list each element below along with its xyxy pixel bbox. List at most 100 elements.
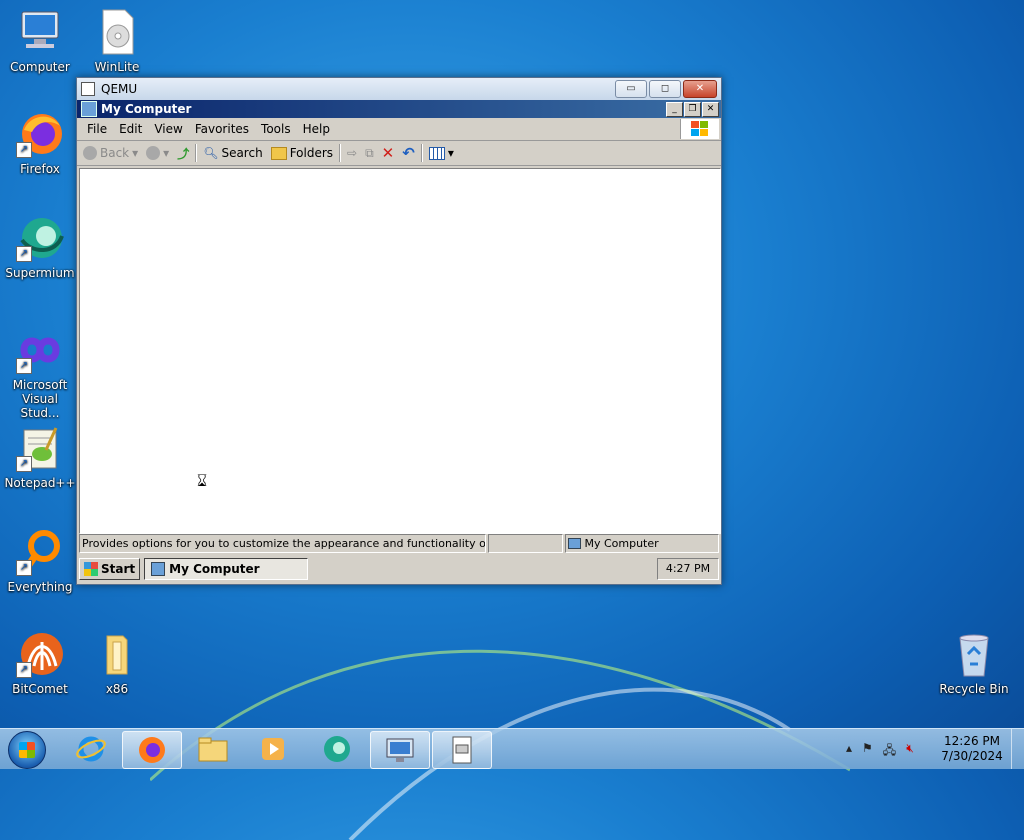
my-computer-icon	[81, 101, 97, 117]
search-icon: 🔍︎	[203, 146, 219, 160]
disc-file-icon	[93, 8, 141, 56]
taskbar-explorer-button[interactable]	[184, 731, 242, 767]
menu-view[interactable]: View	[148, 122, 188, 136]
computer-icon	[16, 8, 64, 56]
document-icon	[452, 736, 472, 764]
shortcut-arrow-icon: ↗	[16, 662, 32, 678]
network-icon[interactable]: 🖧︎	[883, 741, 896, 762]
undo-button[interactable]: ↶	[400, 144, 417, 162]
my-computer-icon	[151, 562, 166, 576]
forward-button[interactable]: ▾	[144, 146, 171, 160]
media-player-icon	[262, 738, 284, 760]
delete-button[interactable]: ✕	[380, 144, 397, 162]
qemu-minimize-button[interactable]: ▭	[615, 80, 647, 98]
everything-search-icon: ↗	[16, 528, 64, 576]
taskbar-clock[interactable]: 12:26 PM 7/30/2024	[940, 734, 1004, 764]
qemu-window: QEMU ▭ ◻ ✕ My Computer _ ❐ ✕ File Edit V…	[76, 77, 722, 585]
folders-label: Folders	[289, 146, 334, 160]
menu-favorites[interactable]: Favorites	[189, 122, 255, 136]
desktop-icon-visual-studio[interactable]: ↗ Microsoft Visual Stud...	[2, 326, 78, 420]
chevron-down-icon: ▾	[447, 146, 454, 160]
tray-expand-icon[interactable]: ▴	[846, 741, 852, 762]
desktop-icon-firefox[interactable]: ↗ Firefox	[2, 110, 78, 176]
copy-to-button[interactable]: ⧉	[363, 146, 376, 161]
xp-window-controls: _ ❐ ✕	[666, 102, 719, 117]
taskbar-document-button[interactable]	[432, 731, 492, 769]
views-icon	[428, 146, 445, 160]
xp-start-button[interactable]: Start	[79, 558, 141, 580]
desktop-icon-notepadpp[interactable]: ↗ Notepad++	[2, 424, 78, 490]
back-button[interactable]: Back ▾	[81, 146, 140, 160]
desktop-icon-winlite[interactable]: WinLite	[79, 8, 155, 74]
shortcut-arrow-icon: ↗	[16, 456, 32, 472]
xp-close-button[interactable]: ✕	[702, 102, 719, 117]
desktop-icon-label: Everything	[7, 580, 73, 594]
toolbar: Back ▾ ▾ ⤴ 🔍︎ Search Folders ⇨ ⧉ ✕ ↶ ▾	[77, 141, 721, 166]
firefox-icon	[139, 737, 165, 763]
volume-muted-icon[interactable]: 🔇︎	[906, 741, 914, 762]
start-orb-button[interactable]	[8, 731, 46, 769]
folders-button[interactable]: Folders	[269, 146, 335, 160]
taskbar-media-player-button[interactable]	[244, 731, 302, 767]
menu-file[interactable]: File	[81, 122, 113, 136]
status-bar: Provides options for you to customize th…	[77, 534, 721, 554]
desktop-icon-x86[interactable]: x86	[79, 630, 155, 696]
xp-clock[interactable]: 4:27 PM	[657, 558, 719, 580]
back-label: Back	[100, 146, 130, 160]
search-button[interactable]: 🔍︎ Search	[201, 146, 264, 160]
start-label: Start	[101, 562, 136, 576]
action-center-flag-icon[interactable]: ⚑	[862, 741, 873, 762]
menu-edit[interactable]: Edit	[113, 122, 148, 136]
qemu-maximize-button[interactable]: ◻	[649, 80, 681, 98]
desktop-icon-computer[interactable]: Computer	[2, 8, 78, 74]
xp-task-my-computer[interactable]: My Computer	[144, 558, 309, 580]
status-description: Provides options for you to customize th…	[79, 534, 486, 553]
folder-icon	[270, 146, 287, 160]
taskbar-firefox-button[interactable]	[122, 731, 182, 769]
desktop-icon-label: Firefox	[20, 162, 60, 176]
back-arrow-icon	[83, 146, 97, 160]
desktop-icon-recycle-bin[interactable]: Recycle Bin	[936, 630, 1012, 696]
desktop-icon-label: Notepad++	[4, 476, 76, 490]
taskbar-ie-button[interactable]	[62, 731, 120, 767]
taskbar-qemu-button[interactable]	[370, 731, 430, 769]
visual-studio-icon: ↗	[16, 326, 64, 374]
undo-icon: ↶	[402, 144, 415, 162]
clock-date: 7/30/2024	[941, 749, 1003, 763]
qemu-window-controls: ▭ ◻ ✕	[615, 80, 717, 98]
qemu-title: QEMU	[101, 82, 138, 96]
chevron-down-icon: ▾	[163, 146, 170, 160]
views-button[interactable]: ▾	[427, 146, 456, 160]
desktop-icon-label: WinLite	[94, 60, 140, 74]
xp-minimize-button[interactable]: _	[666, 102, 683, 117]
show-desktop-button[interactable]	[1011, 729, 1024, 769]
xp-window-title: My Computer	[101, 102, 192, 116]
recycle-bin-icon	[950, 630, 998, 678]
folder-icon	[93, 630, 141, 678]
desktop-icon-supermium[interactable]: ↗ Supermium	[2, 214, 78, 280]
desktop-icon-everything[interactable]: ↗ Everything	[2, 528, 78, 594]
xp-guest-screen: My Computer _ ❐ ✕ File Edit View Favorit…	[77, 100, 721, 584]
xp-restore-button[interactable]: ❐	[684, 102, 701, 117]
internet-explorer-icon	[76, 736, 106, 762]
status-location: My Computer	[584, 537, 659, 550]
shortcut-arrow-icon: ↗	[16, 246, 32, 262]
system-tray: ▴ ⚑ 🖧︎ 🔇︎	[846, 741, 914, 762]
taskbar-supermium-button[interactable]	[308, 731, 366, 767]
menu-tools[interactable]: Tools	[255, 122, 297, 136]
my-computer-icon	[568, 538, 582, 549]
search-label: Search	[221, 146, 263, 160]
menu-help[interactable]: Help	[297, 122, 336, 136]
file-explorer-icon	[198, 737, 228, 762]
move-to-icon: ⇨	[347, 146, 358, 160]
desktop-icon-bitcomet[interactable]: ↗ BitComet	[2, 630, 78, 696]
up-folder-button[interactable]: ⤴	[175, 145, 191, 162]
folder-content-area[interactable]: ⌛︎	[79, 168, 721, 534]
move-to-button[interactable]: ⇨	[345, 146, 359, 160]
win7-taskbar: ▴ ⚑ 🖧︎ 🔇︎ 12:26 PM 7/30/2024	[0, 728, 1024, 769]
desktop-icon-label: Recycle Bin	[939, 682, 1009, 696]
status-pane-empty	[487, 534, 564, 553]
xp-window-titlebar[interactable]: My Computer	[77, 100, 721, 118]
qemu-close-button[interactable]: ✕	[683, 80, 717, 98]
windows-logo-icon	[680, 119, 719, 139]
